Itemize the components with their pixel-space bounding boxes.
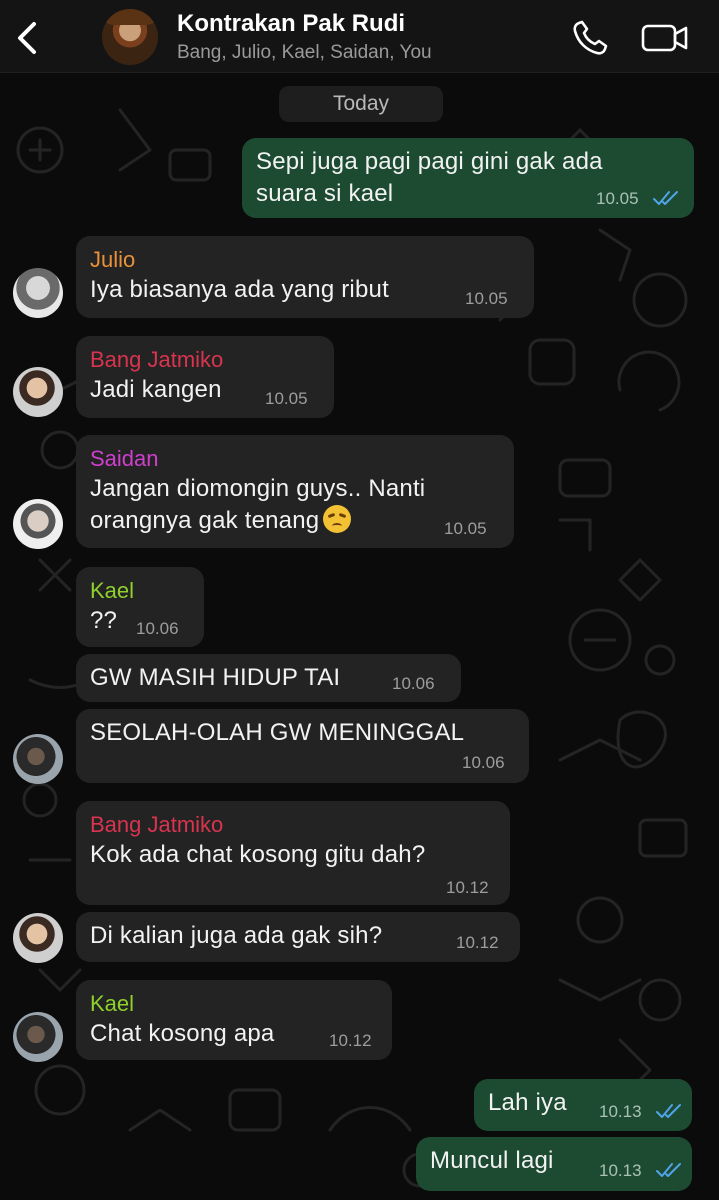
read-receipt-icon [656,1163,681,1177]
message-outgoing[interactable]: Sepi juga pagi pagi gini gak ada suara s… [242,138,694,218]
message-outgoing[interactable]: Lah iya 10.13 [474,1079,692,1131]
avatar-bang-jatmiko[interactable] [13,913,63,963]
date-divider: Today [279,86,443,122]
message-time: 10.05 [265,389,308,408]
message-time: 10.06 [136,619,179,638]
message-text: Iya biasanya ada yang ribut [90,276,389,303]
group-members[interactable]: Bang, Julio, Kael, Saidan, You [177,42,432,64]
message-time: 10.12 [329,1031,372,1050]
read-receipt-icon [653,191,678,205]
chat-header: Kontrakan Pak Rudi Bang, Julio, Kael, Sa… [0,0,719,73]
message-incoming[interactable]: Bang Jatmiko Jadi kangen 10.05 [76,336,334,418]
message-incoming[interactable]: GW MASIH HIDUP TAI 10.06 [76,654,461,702]
message-text: orangnya gak tenang [90,507,320,534]
sender-name[interactable]: Bang Jatmiko [90,811,496,839]
avatar-saidan[interactable] [13,499,63,549]
message-text: Kok ada chat kosong gitu dah? [90,841,426,868]
disappointed-face-emoji-icon [323,505,352,533]
message-text: Sepi juga pagi pagi gini gak ada [256,148,603,175]
sender-name[interactable]: Kael [90,990,378,1018]
message-text: Lah iya [488,1089,567,1116]
message-time: 10.06 [392,674,435,693]
message-text: SEOLAH-OLAH GW MENINGGAL [90,719,465,746]
sender-name[interactable]: Julio [90,246,520,274]
message-time: 10.13 [599,1161,642,1180]
message-time: 10.05 [444,519,487,538]
message-incoming[interactable]: Kael ?? 10.06 [76,567,204,647]
message-text: Di kalian juga ada gak sih? [90,922,383,949]
message-incoming[interactable]: Bang Jatmiko Kok ada chat kosong gitu da… [76,801,510,905]
sender-name[interactable]: Bang Jatmiko [90,346,320,374]
message-incoming[interactable]: Di kalian juga ada gak sih? 10.12 [76,912,520,962]
message-time: 10.13 [599,1102,642,1121]
message-time: 10.12 [446,878,489,897]
avatar-julio[interactable] [13,268,63,318]
message-time: 10.05 [596,189,639,208]
group-avatar[interactable] [102,9,158,65]
avatar-bang-jatmiko[interactable] [13,367,63,417]
group-title[interactable]: Kontrakan Pak Rudi [177,10,405,38]
message-incoming[interactable]: Kael Chat kosong apa 10.12 [76,980,392,1060]
video-call-icon[interactable] [640,20,690,56]
message-time: 10.05 [465,289,508,308]
message-text: Jangan diomongin guys.. Nanti [90,475,426,502]
message-incoming[interactable]: SEOLAH-OLAH GW MENINGGAL 10.06 [76,709,529,783]
message-time: 10.06 [462,753,505,772]
sender-name[interactable]: Kael [90,577,190,605]
avatar-kael[interactable] [13,1012,63,1062]
message-incoming[interactable]: Saidan Jangan diomongin guys.. Nanti ora… [76,435,514,548]
sender-name[interactable]: Saidan [90,445,500,473]
message-incoming[interactable]: Julio Iya biasanya ada yang ribut 10.05 [76,236,534,318]
message-outgoing[interactable]: Muncul lagi 10.13 [416,1137,692,1191]
avatar-kael[interactable] [13,734,63,784]
back-chevron-icon[interactable] [10,18,44,58]
phone-icon[interactable] [570,18,610,58]
read-receipt-icon [656,1104,681,1118]
message-time: 10.12 [456,933,499,952]
